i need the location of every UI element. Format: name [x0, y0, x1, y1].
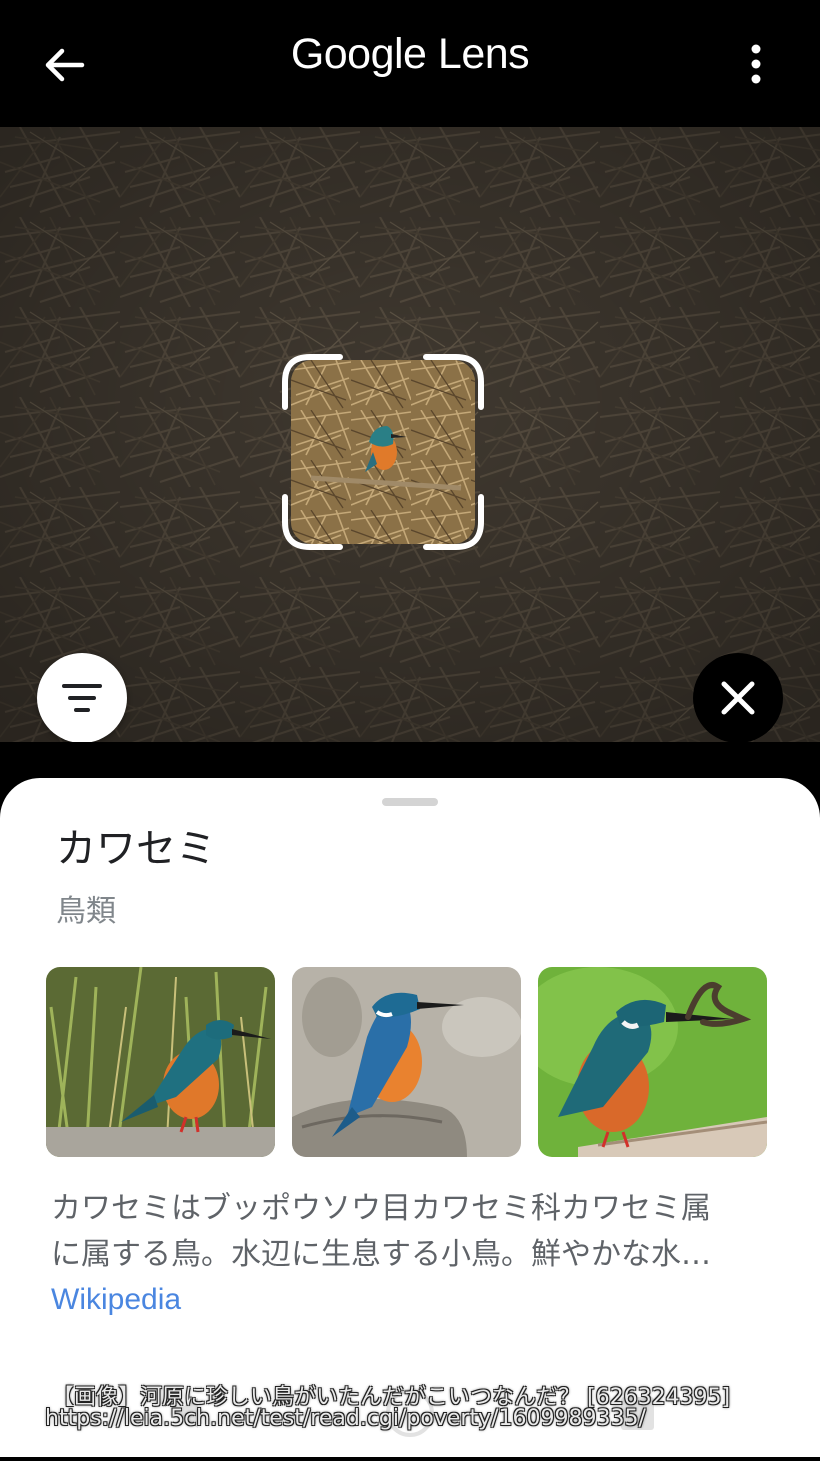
camera-image	[0, 127, 820, 742]
result-image-1[interactable]	[46, 967, 275, 1157]
selection-crop-frame[interactable]	[280, 352, 486, 552]
overlay-caption-url: https://leia.5ch.net/test/read.cgi/pover…	[45, 1406, 646, 1431]
results-bottom-sheet: カワセミ 鳥類 カワセミはブッポウソウ目カワセミ科カワセミ属 に属する鳥。水辺に…	[0, 778, 820, 1457]
more-options-button[interactable]	[736, 40, 776, 90]
wikipedia-link[interactable]: Wikipedia	[51, 1283, 181, 1317]
result-image-2[interactable]	[292, 967, 521, 1157]
sheet-drag-handle[interactable]	[382, 798, 438, 806]
top-app-bar: Google Lens	[0, 0, 820, 127]
result-title: カワセミ	[56, 826, 216, 872]
description-line-2: に属する鳥。水辺に生息する小鳥。鮮やかな水…	[51, 1237, 711, 1272]
filter-button[interactable]	[37, 653, 127, 742]
result-category: 鳥類	[56, 894, 116, 929]
crop-corners	[282, 354, 484, 550]
result-image-3[interactable]	[538, 967, 767, 1157]
filter-list-icon	[62, 684, 102, 712]
app-title: Google Lens	[290, 30, 530, 78]
result-description: カワセミはブッポウソウ目カワセミ科カワセミ属 に属する鳥。水辺に生息する小鳥。鮮…	[51, 1186, 771, 1278]
more-vert-icon	[751, 44, 761, 84]
description-line-1: カワセミはブッポウソウ目カワセミ科カワセミ属	[51, 1191, 711, 1226]
close-icon	[721, 681, 755, 715]
close-button[interactable]	[693, 653, 783, 742]
